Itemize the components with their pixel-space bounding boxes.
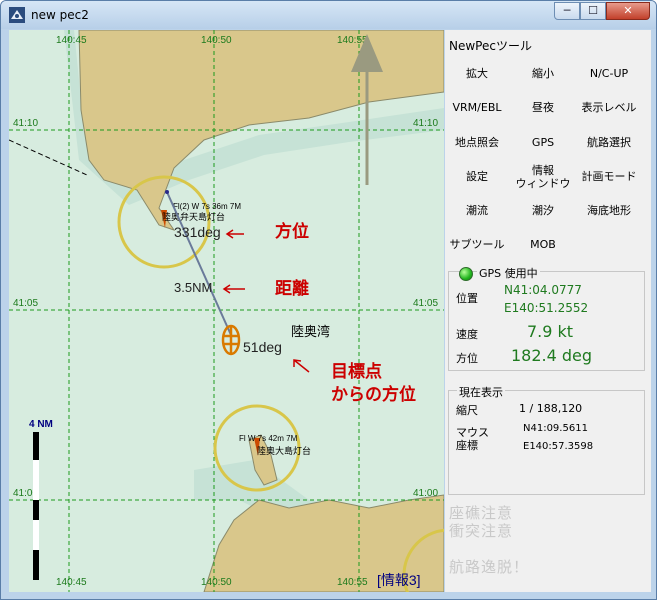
gps-lon: E140:51.2552: [504, 301, 589, 315]
annotation-distance: 距離: [275, 278, 309, 298]
title-bar[interactable]: new pec2 ─ ☐ ✕: [1, 1, 656, 29]
info-window-line1: 情報: [532, 164, 554, 177]
chart-map[interactable]: 140:45 140:50 140:55 140:45 140:50 140:5…: [9, 30, 444, 592]
app-icon: [9, 7, 25, 23]
target-bearing-value: 51deg: [243, 339, 282, 355]
heading-label: 方位: [456, 352, 478, 365]
scale-bar: [33, 432, 39, 580]
plan-mode-button[interactable]: 計画モード: [577, 170, 641, 183]
position-label: 位置: [456, 292, 478, 305]
grid-lat-right-2: 41:05: [413, 298, 438, 309]
mouse-lon: E140:57.3598: [523, 441, 594, 452]
annotation-target-line1: 目標点: [331, 361, 382, 381]
current-display-group: 現在表示 縮尺 1 / 188,120 マウス 座標 N41:09.5611 E…: [448, 384, 645, 495]
close-button[interactable]: ✕: [606, 2, 650, 20]
minimize-button[interactable]: ─: [554, 2, 580, 20]
lighthouse-2-name: 陸奥大島灯台: [257, 445, 311, 456]
grid-lat-right-1: 41:10: [413, 118, 438, 129]
gps-speed: 7.9 kt: [527, 322, 574, 341]
display-level-button[interactable]: 表示レベル: [577, 101, 641, 114]
annotation-bearing: 方位: [275, 221, 309, 241]
gps-lat: N41:04.0777: [504, 283, 582, 297]
mouse-lat: N41:09.5611: [523, 423, 588, 434]
tide-button[interactable]: 潮汐: [511, 204, 575, 217]
panel-title: NewPecツール: [449, 39, 532, 53]
info-window-line2: ウィンドウ: [515, 177, 571, 190]
speed-label: 速度: [456, 328, 478, 341]
bay-name: 陸奥湾: [291, 324, 330, 339]
settings-button[interactable]: 設定: [445, 170, 509, 183]
info-window-button[interactable]: 情報 ウィンドウ: [511, 164, 575, 190]
grid-lat-right-3: 41:00: [413, 488, 438, 499]
scale-label: 4 NM: [29, 419, 53, 430]
gps-group: GPS 使用中 位置 N41:04.0777 E140:51.2552 速度 7…: [448, 265, 645, 371]
scale-value: 1 / 188,120: [519, 402, 583, 415]
grid-lon-bottom-2: 140:50: [201, 577, 232, 588]
lighthouse-1-name: 陸奥弁天島灯台: [162, 211, 225, 222]
maximize-button[interactable]: ☐: [580, 2, 606, 20]
distance-value: 3.5NM: [174, 280, 212, 295]
tidal-current-button[interactable]: 潮流: [445, 204, 509, 217]
grid-lat-left-2: 41:05: [13, 298, 38, 309]
grid-lon-top-2: 140:50: [201, 35, 232, 46]
grid-lon-bottom-3: 140:55: [337, 577, 368, 588]
grid-lon-top-1: 140:45: [56, 35, 87, 46]
zoom-in-button[interactable]: 拡大: [445, 67, 509, 80]
zoom-out-button[interactable]: 縮小: [511, 67, 575, 80]
point-query-button[interactable]: 地点照会: [445, 136, 509, 149]
bearing-value: 331deg: [174, 224, 221, 240]
gps-status: GPS 使用中: [477, 265, 540, 281]
grid-lat-left-1: 41:10: [13, 118, 38, 129]
gps-status-icon: [459, 267, 473, 281]
mouse-label-2: 座標: [456, 439, 478, 452]
mob-button[interactable]: MOB: [511, 238, 575, 251]
info-label[interactable]: [情報3]: [377, 572, 421, 588]
day-night-button[interactable]: 昼夜: [511, 101, 575, 114]
scale-label-text: 縮尺: [456, 404, 478, 417]
current-display-label: 現在表示: [457, 384, 505, 400]
window-title: new pec2: [31, 8, 89, 22]
grid-lon-bottom-1: 140:45: [56, 577, 87, 588]
route-select-button[interactable]: 航路選択: [577, 136, 641, 149]
annotation-target-line2: からの方位: [331, 384, 416, 404]
collision-warning: 衝突注意: [449, 522, 514, 540]
app-window: new pec2 ─ ☐ ✕ 140:45 140:50 140:55 140:…: [0, 0, 657, 600]
off-route-warning: 航路逸脱！: [449, 558, 530, 576]
tool-panel: NewPecツール 拡大 縮小 N/C-UP VRM/EBL 昼夜 表示レベル …: [445, 30, 651, 592]
subtool-button[interactable]: サブツール: [445, 238, 509, 251]
nc-up-button[interactable]: N/C-UP: [577, 67, 641, 80]
gps-button[interactable]: GPS: [511, 136, 575, 149]
vrm-ebl-button[interactable]: VRM/EBL: [445, 101, 509, 114]
lighthouse-2-desc: Fl W 7s 42m 7M: [239, 434, 298, 443]
gps-heading: 182.4 deg: [511, 346, 593, 365]
seabed-button[interactable]: 海底地形: [577, 204, 641, 217]
lighthouse-1-desc: Fl(2) W 7s 36m 7M: [173, 202, 241, 211]
